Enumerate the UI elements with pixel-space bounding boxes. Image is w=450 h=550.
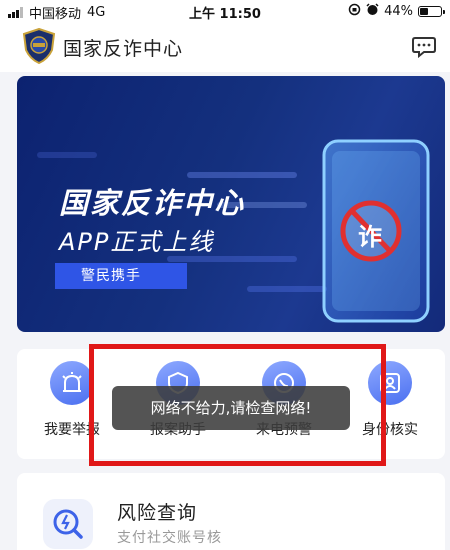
alarm-clock-icon xyxy=(366,3,379,20)
annotation-highlight-box xyxy=(89,344,386,466)
app-header: 国家反诈中心 xyxy=(0,22,450,72)
risk-query-title: 风险查询 xyxy=(117,502,198,524)
banner-streak xyxy=(37,152,97,158)
status-bar: 中国移动 4G 上午 11:50 44% xyxy=(0,0,450,22)
banner-tag: 警民携手 xyxy=(55,263,187,289)
banner-subtitle: APP正式上线 xyxy=(59,228,215,256)
risk-query-subtitle: 支付社交账号核 xyxy=(117,530,222,546)
message-icon[interactable] xyxy=(412,36,436,59)
battery-percent: 44% xyxy=(384,4,413,19)
app-title: 国家反诈中心 xyxy=(63,38,184,60)
orientation-lock-icon xyxy=(348,3,361,20)
status-right: 44% xyxy=(348,3,445,20)
banner-streak xyxy=(187,172,297,178)
banner-title: 国家反诈中心 xyxy=(59,186,246,220)
risk-query-card[interactable]: 风险查询 支付社交账号核 xyxy=(17,473,445,550)
battery-icon xyxy=(418,6,445,17)
promo-banner[interactable]: 国家反诈中心 APP正式上线 警民携手 诈 xyxy=(17,76,445,332)
phone-badge-text: 诈 xyxy=(358,223,382,251)
alarm-icon xyxy=(50,361,94,405)
police-badge-icon xyxy=(22,27,56,65)
search-icon xyxy=(43,499,93,549)
